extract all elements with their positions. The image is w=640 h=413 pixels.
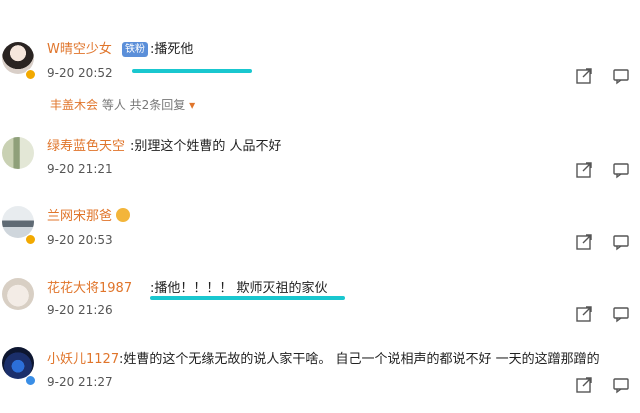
comment-time: 9-20 20:53	[47, 233, 113, 247]
comment-text: :播他！！！！ 欺师灭祖的家伙	[150, 281, 328, 296]
share-icon[interactable]	[575, 67, 593, 85]
comment-time: 9-20 21:27	[47, 375, 113, 389]
comment-time: 9-20 21:21	[47, 162, 113, 176]
emoji-icon	[116, 208, 131, 222]
comment-time: 9-20 20:52	[47, 66, 113, 80]
comment-text: :别理这个姓曹的 人品不好	[130, 139, 282, 154]
comment-icon[interactable]	[612, 233, 630, 251]
verified-badge-icon	[25, 69, 36, 80]
comment-username[interactable]: 小妖儿1127	[47, 348, 119, 367]
comment-text: 铁粉:播死他	[122, 38, 193, 57]
replies-summary[interactable]: 丰盖木会 等人 共2条回复 ▾	[50, 96, 195, 113]
comment-username[interactable]: 绿寿蓝色天空	[47, 135, 125, 154]
avatar[interactable]	[2, 278, 34, 310]
share-icon[interactable]	[575, 161, 593, 179]
comment-time: 9-20 21:26	[47, 303, 113, 317]
share-icon[interactable]	[575, 376, 593, 394]
comment-icon[interactable]	[612, 161, 630, 179]
share-icon[interactable]	[575, 233, 593, 251]
comment-icon[interactable]	[612, 376, 630, 394]
verified-badge-icon	[25, 375, 36, 386]
comment-icon[interactable]	[612, 305, 630, 323]
avatar[interactable]	[2, 137, 34, 169]
fan-badge: 铁粉	[122, 42, 148, 57]
verified-badge-icon	[25, 234, 36, 245]
comment-username[interactable]: W晴空少女	[47, 38, 112, 57]
chevron-down-icon: ▾	[189, 98, 196, 112]
comment-text: :姓曹的这个无缘无故的说人家干啥。 自己一个说相声的都说不好 一天的这蹭那蹭的	[119, 352, 600, 367]
comment-username[interactable]: 兰网宋那爸	[47, 205, 131, 224]
highlight-mark	[132, 69, 252, 73]
comment-icon[interactable]	[612, 67, 630, 85]
comment-username[interactable]: 花花大将1987	[47, 277, 132, 296]
share-icon[interactable]	[575, 305, 593, 323]
highlight-mark	[150, 296, 345, 300]
